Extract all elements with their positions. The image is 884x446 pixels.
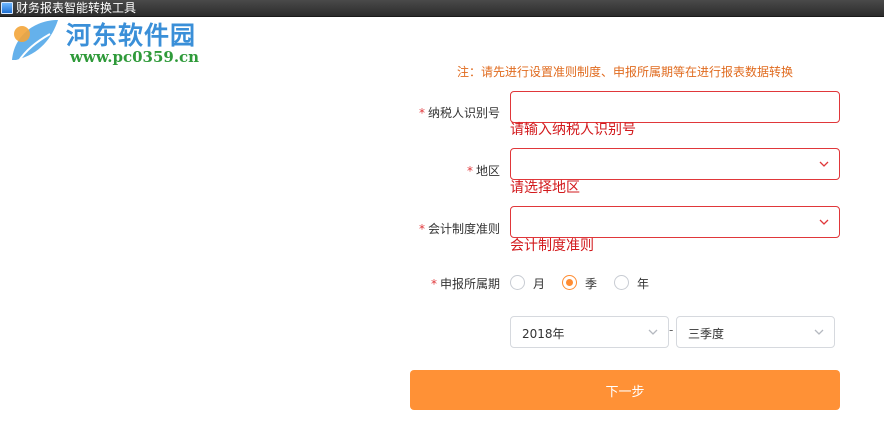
radio-circle[interactable] bbox=[510, 275, 525, 290]
required-mark: * bbox=[430, 277, 437, 291]
quarter-select-value: 三季度 bbox=[688, 327, 725, 341]
radio-quarter-label: 季 bbox=[585, 277, 598, 291]
watermark-site-name: 河东软件园 bbox=[66, 21, 197, 50]
chevron-down-icon bbox=[814, 329, 824, 335]
period-label: * 申报所属期 bbox=[340, 275, 500, 292]
chevron-down-icon bbox=[819, 219, 829, 225]
accounting-system-label: * 会计制度准则 bbox=[340, 220, 500, 237]
radio-circle[interactable] bbox=[614, 275, 629, 290]
next-step-button[interactable]: 下一步 bbox=[410, 370, 840, 410]
taxpayer-id-error: 请输入纳税人识别号 bbox=[510, 122, 636, 138]
watermark-logo: 河东软件园 www.pc0359.cn bbox=[4, 14, 214, 70]
year-select-value: 2018年 bbox=[522, 327, 565, 341]
required-mark: * bbox=[418, 106, 425, 120]
radio-circle[interactable] bbox=[562, 275, 577, 290]
required-mark: * bbox=[466, 164, 473, 178]
app-icon bbox=[1, 2, 13, 14]
region-select[interactable] bbox=[510, 148, 840, 180]
taxpayer-id-label: * 纳税人识别号 bbox=[340, 104, 500, 121]
region-label: * 地区 bbox=[340, 162, 500, 179]
quarter-select[interactable]: 三季度 bbox=[676, 316, 835, 348]
accounting-system-error: 会计制度准则 bbox=[510, 238, 594, 254]
range-separator: - bbox=[669, 323, 674, 337]
period-label-text: 申报所属期 bbox=[439, 277, 500, 291]
required-mark: * bbox=[418, 222, 425, 236]
radio-month-label: 月 bbox=[533, 277, 546, 291]
taxpayer-id-input[interactable] bbox=[510, 91, 840, 123]
region-label-text: 地区 bbox=[475, 164, 500, 178]
watermark-url: www.pc0359.cn bbox=[70, 48, 200, 66]
year-select[interactable]: 2018年 bbox=[510, 316, 669, 348]
taxpayer-id-label-text: 纳税人识别号 bbox=[427, 106, 500, 120]
radio-year-label: 年 bbox=[637, 277, 650, 291]
notice-text: 注：请先进行设置准则制度、申报所属期等在进行报表数据转换 bbox=[456, 65, 793, 79]
watermark-leaf-icon bbox=[12, 20, 58, 63]
accounting-system-select[interactable] bbox=[510, 206, 840, 238]
region-error: 请选择地区 bbox=[510, 180, 580, 196]
chevron-down-icon bbox=[819, 161, 829, 167]
chevron-down-icon bbox=[648, 329, 658, 335]
window-title: 财务报表智能转换工具 bbox=[16, 1, 137, 15]
accounting-system-label-text: 会计制度准则 bbox=[427, 222, 500, 236]
